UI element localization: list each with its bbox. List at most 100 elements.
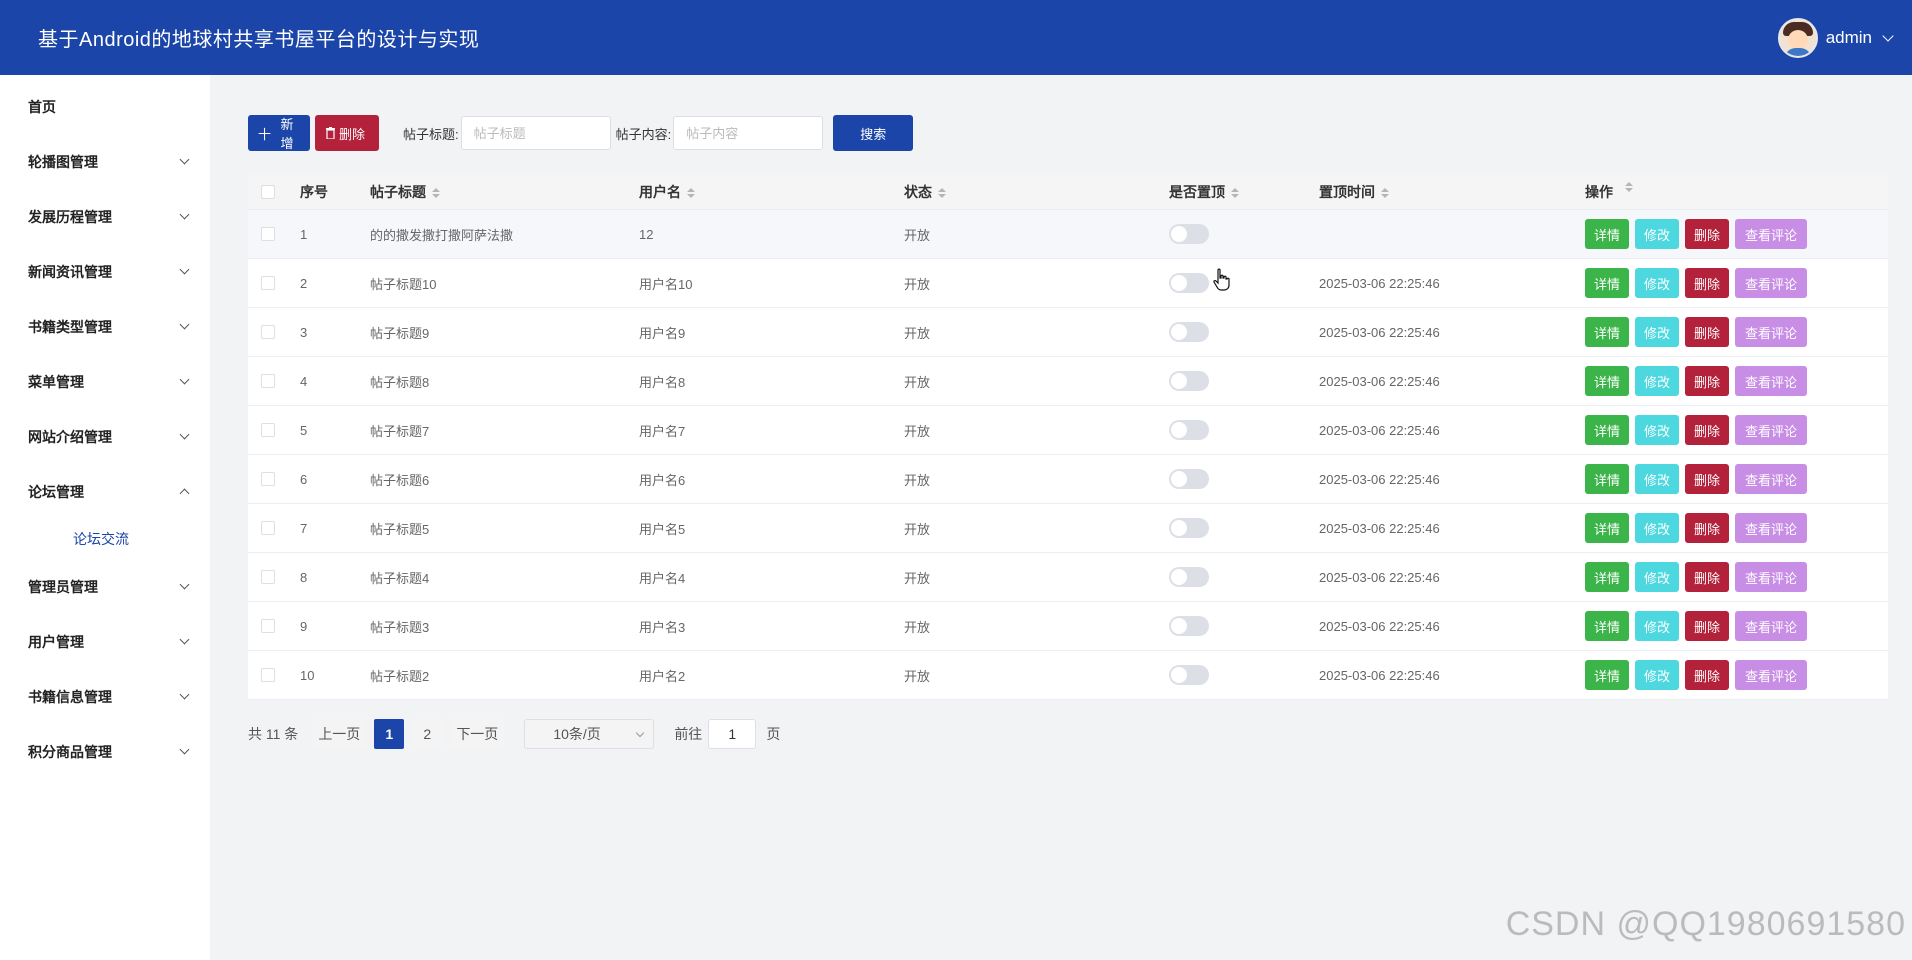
col-is-top[interactable]: 是否置顶	[1169, 182, 1319, 202]
is-top-toggle[interactable]	[1169, 273, 1209, 293]
avatar[interactable]	[1777, 17, 1818, 58]
detail-button[interactable]: 详情	[1585, 660, 1629, 690]
detail-button[interactable]: 详情	[1585, 562, 1629, 592]
is-top-toggle[interactable]	[1169, 420, 1209, 440]
edit-button[interactable]: 修改	[1635, 415, 1679, 445]
detail-button[interactable]: 详情	[1585, 366, 1629, 396]
search-button[interactable]: 搜索	[833, 115, 914, 151]
detail-button[interactable]: 详情	[1585, 464, 1629, 494]
row-checkbox[interactable]	[261, 472, 275, 486]
row-checkbox[interactable]	[261, 521, 275, 535]
sort-icon[interactable]	[1231, 188, 1239, 199]
is-top-toggle[interactable]	[1169, 518, 1209, 538]
sidebar-item[interactable]: 管理员管理	[0, 559, 210, 614]
sort-icon[interactable]	[687, 188, 695, 199]
sidebar-item[interactable]: 菜单管理	[0, 354, 210, 409]
username[interactable]: admin	[1826, 28, 1872, 48]
sort-icon[interactable]	[432, 188, 440, 199]
view-comments-button[interactable]: 查看评论	[1735, 317, 1807, 347]
user-menu[interactable]: admin	[1777, 17, 1894, 58]
delete-button[interactable]: 删除	[1685, 219, 1729, 249]
edit-button[interactable]: 修改	[1635, 660, 1679, 690]
view-comments-button[interactable]: 查看评论	[1735, 415, 1807, 445]
batch-delete-button[interactable]: 删除	[315, 115, 379, 151]
edit-button[interactable]: 修改	[1635, 562, 1679, 592]
col-title[interactable]: 帖子标题	[370, 182, 639, 202]
sidebar-item[interactable]: 积分商品管理	[0, 724, 210, 779]
row-checkbox[interactable]	[261, 668, 275, 682]
sort-icon[interactable]	[1625, 182, 1633, 202]
detail-button[interactable]: 详情	[1585, 415, 1629, 445]
chevron-down-icon[interactable]	[1882, 29, 1894, 42]
view-comments-button[interactable]: 查看评论	[1735, 219, 1807, 249]
view-comments-button[interactable]: 查看评论	[1735, 268, 1807, 298]
detail-button[interactable]: 详情	[1585, 611, 1629, 641]
delete-button[interactable]: 删除	[1685, 317, 1729, 347]
sidebar-item[interactable]: 新闻资讯管理	[0, 244, 210, 299]
select-all-checkbox[interactable]	[261, 185, 275, 199]
edit-button[interactable]: 修改	[1635, 366, 1679, 396]
sidebar-item[interactable]: 论坛管理	[0, 464, 210, 519]
is-top-toggle[interactable]	[1169, 224, 1209, 244]
sidebar-item[interactable]: 书籍类型管理	[0, 299, 210, 354]
sidebar-item[interactable]: 用户管理	[0, 614, 210, 669]
delete-button[interactable]: 删除	[1685, 366, 1729, 396]
row-checkbox[interactable]	[261, 276, 275, 290]
goto-page-input[interactable]	[708, 719, 757, 749]
detail-button[interactable]: 详情	[1585, 513, 1629, 543]
page-size-select[interactable]: 10条/页	[524, 719, 655, 749]
sidebar-subitem[interactable]: 论坛交流	[0, 519, 210, 559]
row-checkbox[interactable]	[261, 374, 275, 388]
row-checkbox[interactable]	[261, 570, 275, 584]
is-top-toggle[interactable]	[1169, 322, 1209, 342]
delete-button[interactable]: 删除	[1685, 415, 1729, 445]
is-top-toggle[interactable]	[1169, 616, 1209, 636]
is-top-toggle[interactable]	[1169, 371, 1209, 391]
sidebar-item[interactable]: 书籍信息管理	[0, 669, 210, 724]
view-comments-button[interactable]: 查看评论	[1735, 611, 1807, 641]
detail-button[interactable]: 详情	[1585, 268, 1629, 298]
next-page-button[interactable]: 下一页	[450, 719, 505, 749]
page-2-button[interactable]: 2	[412, 719, 443, 749]
sort-icon[interactable]	[938, 188, 946, 199]
edit-button[interactable]: 修改	[1635, 268, 1679, 298]
prev-page-button[interactable]: 上一页	[312, 719, 367, 749]
col-ops[interactable]: 操作	[1585, 182, 1888, 202]
sort-icon[interactable]	[1381, 188, 1389, 199]
detail-button[interactable]: 详情	[1585, 219, 1629, 249]
col-top-time[interactable]: 置顶时间	[1319, 182, 1585, 202]
row-checkbox[interactable]	[261, 619, 275, 633]
sidebar-item[interactable]: 轮播图管理	[0, 134, 210, 189]
sidebar-item[interactable]: 首页	[0, 79, 210, 134]
is-top-toggle[interactable]	[1169, 469, 1209, 489]
row-checkbox[interactable]	[261, 227, 275, 241]
view-comments-button[interactable]: 查看评论	[1735, 366, 1807, 396]
is-top-toggle[interactable]	[1169, 567, 1209, 587]
delete-button[interactable]: 删除	[1685, 268, 1729, 298]
title-search-input[interactable]	[460, 116, 611, 150]
view-comments-button[interactable]: 查看评论	[1735, 562, 1807, 592]
delete-button[interactable]: 删除	[1685, 660, 1729, 690]
delete-button[interactable]: 删除	[1685, 464, 1729, 494]
row-checkbox[interactable]	[261, 423, 275, 437]
row-checkbox[interactable]	[261, 325, 275, 339]
view-comments-button[interactable]: 查看评论	[1735, 464, 1807, 494]
delete-button[interactable]: 删除	[1685, 562, 1729, 592]
edit-button[interactable]: 修改	[1635, 219, 1679, 249]
edit-button[interactable]: 修改	[1635, 464, 1679, 494]
add-button[interactable]: 十新增	[248, 115, 310, 151]
content-search-input[interactable]	[673, 116, 824, 150]
is-top-toggle[interactable]	[1169, 665, 1209, 685]
edit-button[interactable]: 修改	[1635, 513, 1679, 543]
delete-button[interactable]: 删除	[1685, 611, 1729, 641]
col-user[interactable]: 用户名	[639, 182, 904, 202]
sidebar-item[interactable]: 网站介绍管理	[0, 409, 210, 464]
view-comments-button[interactable]: 查看评论	[1735, 660, 1807, 690]
detail-button[interactable]: 详情	[1585, 317, 1629, 347]
edit-button[interactable]: 修改	[1635, 611, 1679, 641]
edit-button[interactable]: 修改	[1635, 317, 1679, 347]
sidebar-item[interactable]: 发展历程管理	[0, 189, 210, 244]
delete-button[interactable]: 删除	[1685, 513, 1729, 543]
view-comments-button[interactable]: 查看评论	[1735, 513, 1807, 543]
col-status[interactable]: 状态	[904, 182, 1169, 202]
